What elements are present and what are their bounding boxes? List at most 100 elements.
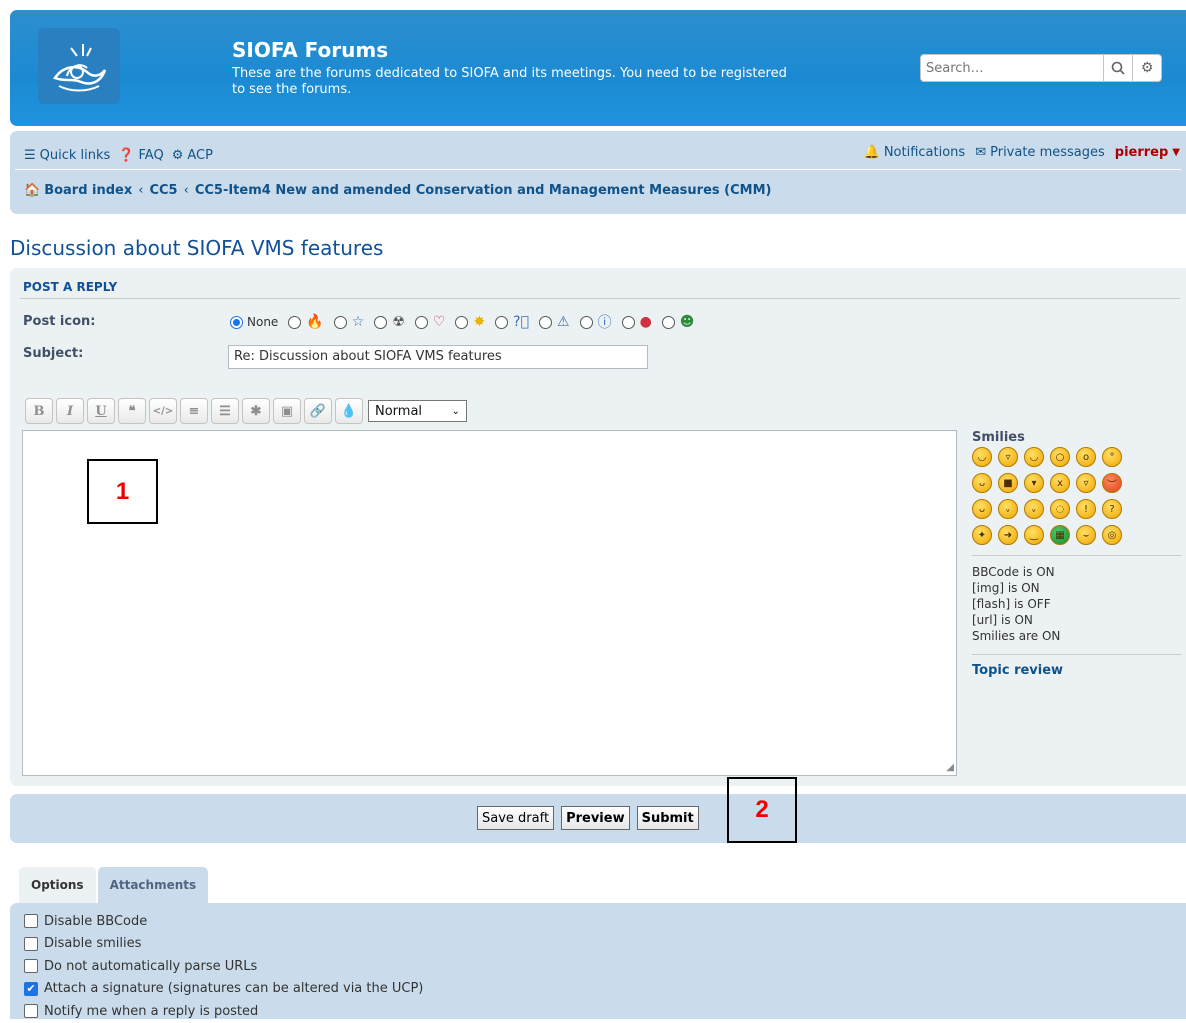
smiley-icon[interactable]: ➜ (998, 525, 1018, 545)
checkbox[interactable] (24, 1004, 38, 1019)
smiley-icon[interactable]: ° (1102, 447, 1122, 467)
notifications-link[interactable]: 🔔 Notifications (864, 145, 966, 160)
link-button[interactable]: 🔗 (304, 398, 332, 424)
list-button[interactable]: ≡ (180, 398, 208, 424)
list-item-button[interactable]: ✱ (242, 398, 270, 424)
smiley-icon[interactable]: ᵥ (1024, 499, 1044, 519)
smiley-icon[interactable]: ᵥ (998, 499, 1018, 519)
smiley-icon[interactable]: ᴗ (972, 499, 992, 519)
quick-links-menu[interactable]: ☰ Quick links (24, 148, 110, 163)
post-icon-lightbulb[interactable]: ✸ (455, 314, 485, 330)
smiley-icon[interactable]: ︶ (1102, 473, 1122, 493)
smiley-icon[interactable]: ? (1102, 499, 1122, 519)
post-icon-question[interactable]: ?⃝ (495, 314, 529, 330)
underline-button[interactable]: U (87, 398, 115, 424)
tab-attachments[interactable]: Attachments (97, 867, 209, 903)
save-draft-button[interactable]: Save draft (477, 806, 555, 830)
site-logo[interactable] (38, 28, 120, 104)
bell-icon: 🔔 (863, 145, 880, 160)
post-icon-heart[interactable]: ♡ (414, 314, 445, 330)
ordered-list-button[interactable]: ☰ (211, 398, 239, 424)
user-menu[interactable]: pierrep ▼ (1115, 145, 1180, 160)
smiley-icon[interactable]: ‿ (1024, 525, 1044, 545)
smiley-icon[interactable]: ■ (998, 473, 1018, 493)
post-icon-info[interactable]: ⓘ (579, 312, 612, 332)
breadcrumb-forum[interactable]: CC5-Item4 New and amended Conservation a… (195, 183, 772, 198)
checkbox[interactable] (24, 914, 38, 929)
color-button[interactable]: 💧 (335, 398, 363, 424)
font-size-select[interactable]: Normal ⌄ (368, 400, 467, 422)
chevron-down-icon: ⌄ (451, 405, 460, 417)
topic-review-link[interactable]: Topic review (972, 663, 1182, 678)
tab-options[interactable]: Options (19, 867, 96, 903)
smiley-icon[interactable]: ▿ (998, 447, 1018, 467)
option-row[interactable]: Notify me when a reply is posted (24, 1000, 1186, 1023)
preview-button[interactable]: Preview (561, 806, 630, 830)
grin-face-icon: ☻ (679, 314, 695, 330)
radio[interactable] (374, 315, 388, 329)
subject-input[interactable]: Re: Discussion about SIOFA VMS features (228, 345, 648, 369)
smiley-icon[interactable]: ! (1076, 499, 1096, 519)
radio[interactable] (621, 315, 635, 329)
option-row[interactable]: Do not automatically parse URLs (24, 955, 1186, 978)
italic-button[interactable]: I (56, 398, 84, 424)
search-input[interactable] (921, 55, 1104, 81)
smiley-icon[interactable]: o (1076, 447, 1096, 467)
post-icon-sad[interactable]: ● (621, 314, 652, 330)
radio[interactable] (414, 315, 428, 329)
smiley-icon[interactable]: ◡ (972, 447, 992, 467)
quote-button[interactable]: ❝ (118, 398, 146, 424)
radio[interactable] (455, 315, 469, 329)
checkbox[interactable] (24, 936, 38, 951)
checkbox-checked[interactable]: ✔ (24, 981, 38, 996)
smiley-icon[interactable]: ᴗ (972, 473, 992, 493)
radio[interactable] (579, 315, 593, 329)
private-messages-label: Private messages (990, 145, 1105, 160)
radio[interactable] (539, 315, 553, 329)
breadcrumb: 🏠 Board index ‹ CC5 ‹ CC5-Item4 New and … (24, 183, 771, 198)
smiley-icon[interactable]: ▿ (1076, 473, 1096, 493)
bold-button[interactable]: B (25, 398, 53, 424)
smiley-icon[interactable]: ▾ (1024, 473, 1044, 493)
post-icon-fire[interactable]: 🔥 (288, 314, 324, 330)
advanced-search-button[interactable]: ⚙ (1132, 55, 1161, 81)
private-messages-link[interactable]: ✉ Private messages (975, 145, 1105, 160)
img-status: [img] is ON (972, 581, 1040, 595)
option-row[interactable]: Disable BBCode (24, 910, 1186, 933)
faq-link[interactable]: ❓ FAQ (118, 148, 163, 163)
post-icon-radioactive[interactable]: ☢ (374, 314, 405, 330)
checkbox[interactable] (24, 959, 38, 974)
post-icon-warning[interactable]: ⚠ (539, 314, 570, 330)
radio-selected[interactable] (230, 315, 243, 329)
smiley-icon[interactable]: x (1050, 473, 1070, 493)
smiley-icon[interactable]: ○ (1050, 447, 1070, 467)
submit-button[interactable]: Submit (636, 806, 699, 830)
post-icon-star[interactable]: ☆ (333, 314, 364, 330)
code-button[interactable]: </> (149, 398, 177, 424)
search-button[interactable] (1103, 55, 1132, 81)
radio[interactable] (495, 315, 509, 329)
radio[interactable] (333, 315, 347, 329)
radio[interactable] (288, 315, 302, 329)
breadcrumb-board-index[interactable]: Board index (44, 183, 132, 198)
smiley-icon[interactable]: ◡ (1024, 447, 1044, 467)
option-label: Notify me when a reply is posted (44, 1003, 259, 1019)
message-textarea[interactable]: ◢ (22, 430, 957, 776)
fire-icon: 🔥 (306, 314, 324, 330)
resize-handle-icon[interactable]: ◢ (946, 762, 954, 773)
option-row[interactable]: Disable smilies (24, 933, 1186, 956)
breadcrumb-cc5[interactable]: CC5 (149, 183, 177, 198)
image-button[interactable]: ▣ (273, 398, 301, 424)
smiley-icon[interactable]: ⌣ (1076, 525, 1096, 545)
site-title[interactable]: SIOFA Forums (232, 38, 388, 62)
option-row[interactable]: ✔ Attach a signature (signatures can be a… (24, 978, 1186, 1001)
post-icon-none[interactable]: None (230, 315, 278, 329)
smiley-icon[interactable]: ▦ (1050, 525, 1070, 545)
smiley-icon[interactable]: ✦ (972, 525, 992, 545)
smiley-icon[interactable]: ◌ (1050, 499, 1070, 519)
page-title[interactable]: Discussion about SIOFA VMS features (10, 236, 383, 260)
post-icon-grin[interactable]: ☻ (661, 314, 695, 330)
acp-link[interactable]: ⚙ ACP (172, 148, 213, 163)
smiley-icon[interactable]: ◎ (1102, 525, 1122, 545)
radio[interactable] (661, 315, 675, 329)
